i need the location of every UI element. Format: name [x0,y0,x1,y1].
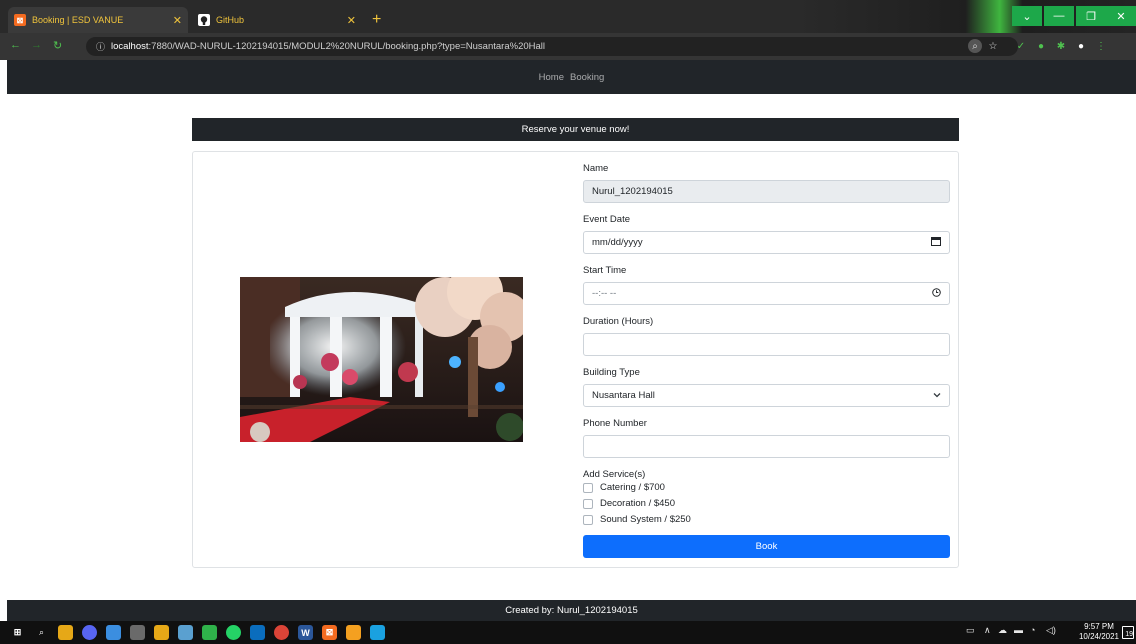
kebab-menu-icon[interactable]: ⋮ [1094,39,1108,53]
tab-booking[interactable]: ⊠ Booking | ESD VANUE ✕ [8,7,188,33]
start-time-placeholder: --:-- -- [592,288,617,299]
service-label: Decoration / $450 [600,498,675,509]
browser-toolbar: ← → ↻ ⓘ localhost :7880/WAD-NURUL-120219… [0,33,1136,60]
building-type-value: Nusantara Hall [592,390,655,401]
tab-github[interactable]: GitHub ✕ [192,7,362,33]
chevron-down-icon [933,390,941,401]
maximize-icon[interactable]: ❐ [1076,6,1106,26]
booking-card: Name Nurul_1202194015 Event Date mm/dd/y… [192,151,959,568]
nav-link-booking[interactable]: Booking [570,72,604,83]
app-icon[interactable] [106,625,121,640]
minimize-icon[interactable]: — [1044,6,1074,26]
whatsapp-icon[interactable] [226,625,241,640]
file-explorer-icon[interactable] [58,625,73,640]
phone-number-label: Phone Number [583,418,647,429]
app-icon[interactable] [130,625,145,640]
tab-title: GitHub [216,15,245,25]
name-value: Nurul_1202194015 [592,186,673,197]
zoom-icon[interactable]: ⌕ [968,39,982,53]
reload-icon[interactable]: ↻ [53,39,62,52]
system-clock[interactable]: 9:57 PM 10/24/2021 [1076,622,1122,642]
url-host: localhost [111,41,149,52]
reserve-banner: Reserve your venue now! [192,118,959,141]
phone-number-field[interactable] [583,435,950,458]
xampp-icon: ⊠ [14,14,26,26]
info-icon[interactable]: ⓘ [96,40,105,53]
browser-chrome: ⊠ Booking | ESD VANUE ✕ GitHub ✕ + ⌄ — ❐… [0,0,1136,60]
name-label: Name [583,163,609,174]
new-tab-icon[interactable]: + [372,12,381,28]
app-icon[interactable] [370,625,385,640]
page-footer: Created by: Nurul_1202194015 [7,600,1136,621]
back-arrow-icon[interactable]: ← [10,39,21,51]
profile-icon[interactable]: ● [1074,39,1088,53]
duration-field[interactable] [583,333,950,356]
checkbox[interactable] [583,514,593,525]
nav-link-home[interactable]: Home [539,72,564,83]
volume-icon[interactable]: ◁) [1046,625,1056,636]
forward-arrow-icon[interactable]: → [31,39,42,51]
puzzle-icon[interactable]: ✱ [1054,39,1068,53]
start-time-label: Start Time [583,265,627,276]
building-type-select[interactable]: Nusantara Hall [583,384,950,407]
close-tab-icon[interactable]: ✕ [347,14,356,27]
app-icon[interactable] [154,625,169,640]
url-path: :7880/WAD-NURUL-1202194015/MODUL2%20NURU… [148,41,546,52]
clock-time: 9:57 PM [1084,622,1114,631]
service-catering[interactable]: Catering / $700 [583,482,665,493]
services-label: Add Service(s) [583,469,646,480]
notification-icon[interactable]: 19 [1122,626,1134,639]
clock-date: 10/24/2021 [1078,632,1120,641]
calendar-icon[interactable] [931,236,941,249]
start-time-field[interactable]: --:-- -- [583,282,950,305]
duration-label: Duration (Hours) [583,316,654,327]
tab-title: Booking | ESD VANUE [32,15,124,25]
app-icon[interactable] [346,625,361,640]
checkbox[interactable] [583,498,593,509]
page-content: Home Booking Reserve your venue now! Nam… [7,60,1136,600]
event-date-label: Event Date [583,214,630,225]
discord-icon[interactable] [82,625,97,640]
service-label: Catering / $700 [600,482,665,493]
app-icon[interactable] [178,625,193,640]
cloud-icon[interactable]: ☁ [998,625,1007,636]
close-window-icon[interactable]: ✕ [1106,6,1136,26]
github-icon [198,14,210,26]
venue-photo [240,277,523,442]
building-type-label: Building Type [583,367,640,378]
chevron-up-icon[interactable]: ∧ [984,625,991,636]
tab-strip: ⊠ Booking | ESD VANUE ✕ GitHub ✕ + ⌄ — ❐… [0,0,1136,33]
battery-icon[interactable]: ▬ [1014,625,1023,635]
search-icon[interactable]: ⌕ [34,625,49,640]
address-bar[interactable]: ⓘ localhost :7880/WAD-NURUL-1202194015/M… [86,37,1018,56]
chevron-down-icon[interactable]: ⌄ [1012,6,1042,26]
service-label: Sound System / $250 [600,514,691,525]
event-date-field[interactable]: mm/dd/yyyy [583,231,950,254]
xampp-icon[interactable]: ⊠ [322,625,337,640]
chrome-icon[interactable] [274,625,289,640]
book-button[interactable]: Book [583,535,950,558]
event-date-placeholder: mm/dd/yyyy [592,237,643,248]
vscode-icon[interactable] [250,625,265,640]
clock-icon[interactable] [932,287,941,300]
close-tab-icon[interactable]: ✕ [173,14,182,27]
checkbox[interactable] [583,482,593,493]
keyboard-icon[interactable]: ▭ [966,625,975,636]
star-icon[interactable]: ☆ [986,39,1000,53]
windows-taskbar: ⊞ ⌕ W ⊠ ▭ ∧ ☁ ▬ ◔ ◁) 9:57 PM 10/24/2021 … [0,621,1136,644]
check-extension-icon[interactable]: ✓ [1014,39,1028,53]
service-sound-system[interactable]: Sound System / $250 [583,514,691,525]
word-icon[interactable]: W [298,625,313,640]
top-navbar: Home Booking [7,60,1136,94]
line-icon[interactable] [202,625,217,640]
windows-start-icon[interactable]: ⊞ [10,625,25,640]
wifi-icon[interactable]: ◔ [1030,625,1035,635]
name-field[interactable]: Nurul_1202194015 [583,180,950,203]
extension-icon[interactable]: ● [1034,39,1048,53]
service-decoration[interactable]: Decoration / $450 [583,498,675,509]
notification-count: 19 [1125,631,1133,638]
